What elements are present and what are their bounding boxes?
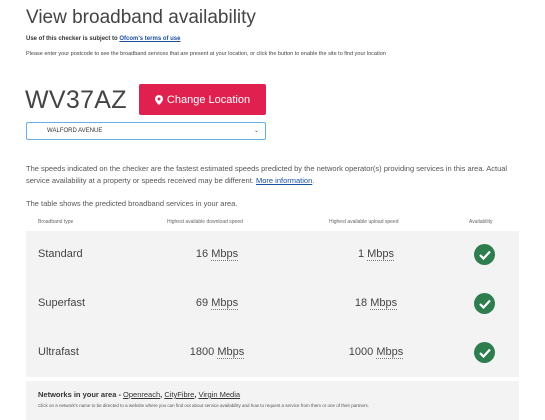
results-table: Standard 16 Mbps 1 Mbps Superfast 69 Mbp…: [26, 231, 519, 377]
page-title: View broadband availability: [26, 7, 256, 28]
column-header-download: Highest available download speed: [167, 219, 243, 225]
download-value: 1800: [189, 346, 215, 358]
table-intro: The table shows the predicted broadband …: [26, 199, 238, 208]
upload-speed: 1 Mbps: [316, 248, 436, 261]
broadband-type: Ultrafast: [38, 346, 79, 358]
broadband-type: Superfast: [38, 297, 86, 309]
column-header-availability: Availability: [469, 219, 493, 225]
address-dropdown[interactable]: WALFORD AVENUE ⌄: [26, 122, 266, 140]
column-header-type: Broadband type: [38, 219, 74, 225]
postcode-display: WV37AZ: [25, 86, 127, 114]
upload-unit[interactable]: Mbps: [376, 346, 404, 359]
table-row: Superfast 69 Mbps 18 Mbps: [26, 280, 519, 329]
change-location-label: Change Location: [166, 93, 251, 106]
chevron-down-icon: ⌄: [253, 128, 259, 134]
upload-value: 1: [357, 248, 365, 260]
broadband-type: Standard: [38, 248, 83, 260]
more-information-link[interactable]: More information: [256, 176, 312, 185]
column-header-upload: Highest available upload speed: [329, 219, 399, 225]
instructions-text: Please enter your postcode to see the br…: [26, 51, 386, 57]
table-row: Ultrafast 1800 Mbps 1000 Mbps: [26, 329, 519, 378]
speeds-disclaimer: The speeds indicated on the checker are …: [26, 163, 518, 187]
download-unit[interactable]: Mbps: [211, 297, 239, 310]
available-check-icon: [474, 293, 495, 314]
network-link-openreach[interactable]: Openreach: [123, 390, 160, 399]
networks-heading: Networks in your area -: [38, 390, 124, 399]
upload-unit[interactable]: Mbps: [367, 248, 395, 261]
address-selected-value: WALFORD AVENUE: [47, 128, 103, 134]
upload-speed: 1000 Mbps: [316, 346, 436, 359]
upload-value: 1000: [348, 346, 374, 358]
network-link-cityfibre[interactable]: CityFibre: [164, 390, 194, 399]
available-check-icon: [474, 244, 495, 265]
download-value: 16: [195, 248, 209, 260]
download-value: 69: [195, 297, 209, 309]
networks-panel: Networks in your area - Openreach, CityF…: [26, 381, 519, 420]
download-speed: 69 Mbps: [157, 297, 277, 310]
networks-label: Networks in your area - Openreach, CityF…: [38, 390, 241, 399]
table-row: Standard 16 Mbps 1 Mbps: [26, 231, 519, 280]
download-unit[interactable]: Mbps: [217, 346, 245, 359]
available-check-icon: [474, 342, 495, 363]
download-unit[interactable]: Mbps: [211, 248, 239, 261]
network-link-virgin-media[interactable]: Virgin Media: [199, 390, 241, 399]
terms-notice: Use of this checker is subject to Ofcom'…: [26, 36, 181, 42]
ofcom-terms-link[interactable]: Ofcom's terms of use: [119, 36, 180, 42]
change-location-button[interactable]: Change Location: [139, 84, 266, 115]
more-info-suffix: .: [312, 176, 315, 185]
download-speed: 16 Mbps: [157, 248, 277, 261]
map-pin-icon: [154, 94, 163, 105]
terms-prefix: Use of this checker is subject to: [26, 36, 120, 42]
upload-value: 18: [354, 297, 368, 309]
download-speed: 1800 Mbps: [157, 346, 277, 359]
upload-unit[interactable]: Mbps: [370, 297, 398, 310]
upload-speed: 18 Mbps: [316, 297, 436, 310]
networks-hint: Click on a network's name to be directed…: [38, 403, 370, 408]
